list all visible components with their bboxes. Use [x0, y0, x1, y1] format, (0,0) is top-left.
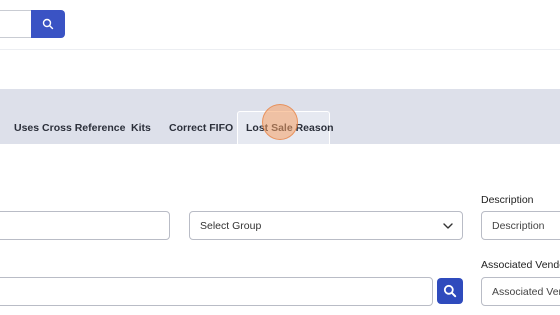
text-input-wide[interactable]	[0, 277, 433, 306]
associated-vendor-label: Associated Vendo	[481, 259, 560, 271]
tab-uses-cross-reference[interactable]: Uses Cross Reference	[14, 111, 125, 144]
top-search-input[interactable]	[0, 10, 32, 38]
description-placeholder: Description	[492, 219, 545, 232]
chevron-down-icon	[443, 223, 453, 229]
header-divider	[0, 49, 560, 50]
text-input-left[interactable]	[0, 211, 170, 240]
field-search-button[interactable]	[437, 278, 463, 304]
tab-kits[interactable]: Kits	[131, 111, 151, 144]
click-highlight	[262, 104, 298, 140]
description-field[interactable]: Description	[481, 211, 560, 240]
group-select-value: Select Group	[200, 219, 262, 232]
associated-vendor-placeholder: Associated Vendo	[492, 285, 560, 298]
search-icon	[443, 284, 457, 298]
group-select[interactable]: Select Group	[189, 211, 463, 240]
search-icon	[42, 18, 54, 30]
description-label: Description	[481, 194, 534, 206]
tab-correct-fifo[interactable]: Correct FIFO	[169, 111, 233, 144]
top-search-button[interactable]	[31, 10, 65, 38]
associated-vendor-field[interactable]: Associated Vendo	[481, 277, 560, 306]
